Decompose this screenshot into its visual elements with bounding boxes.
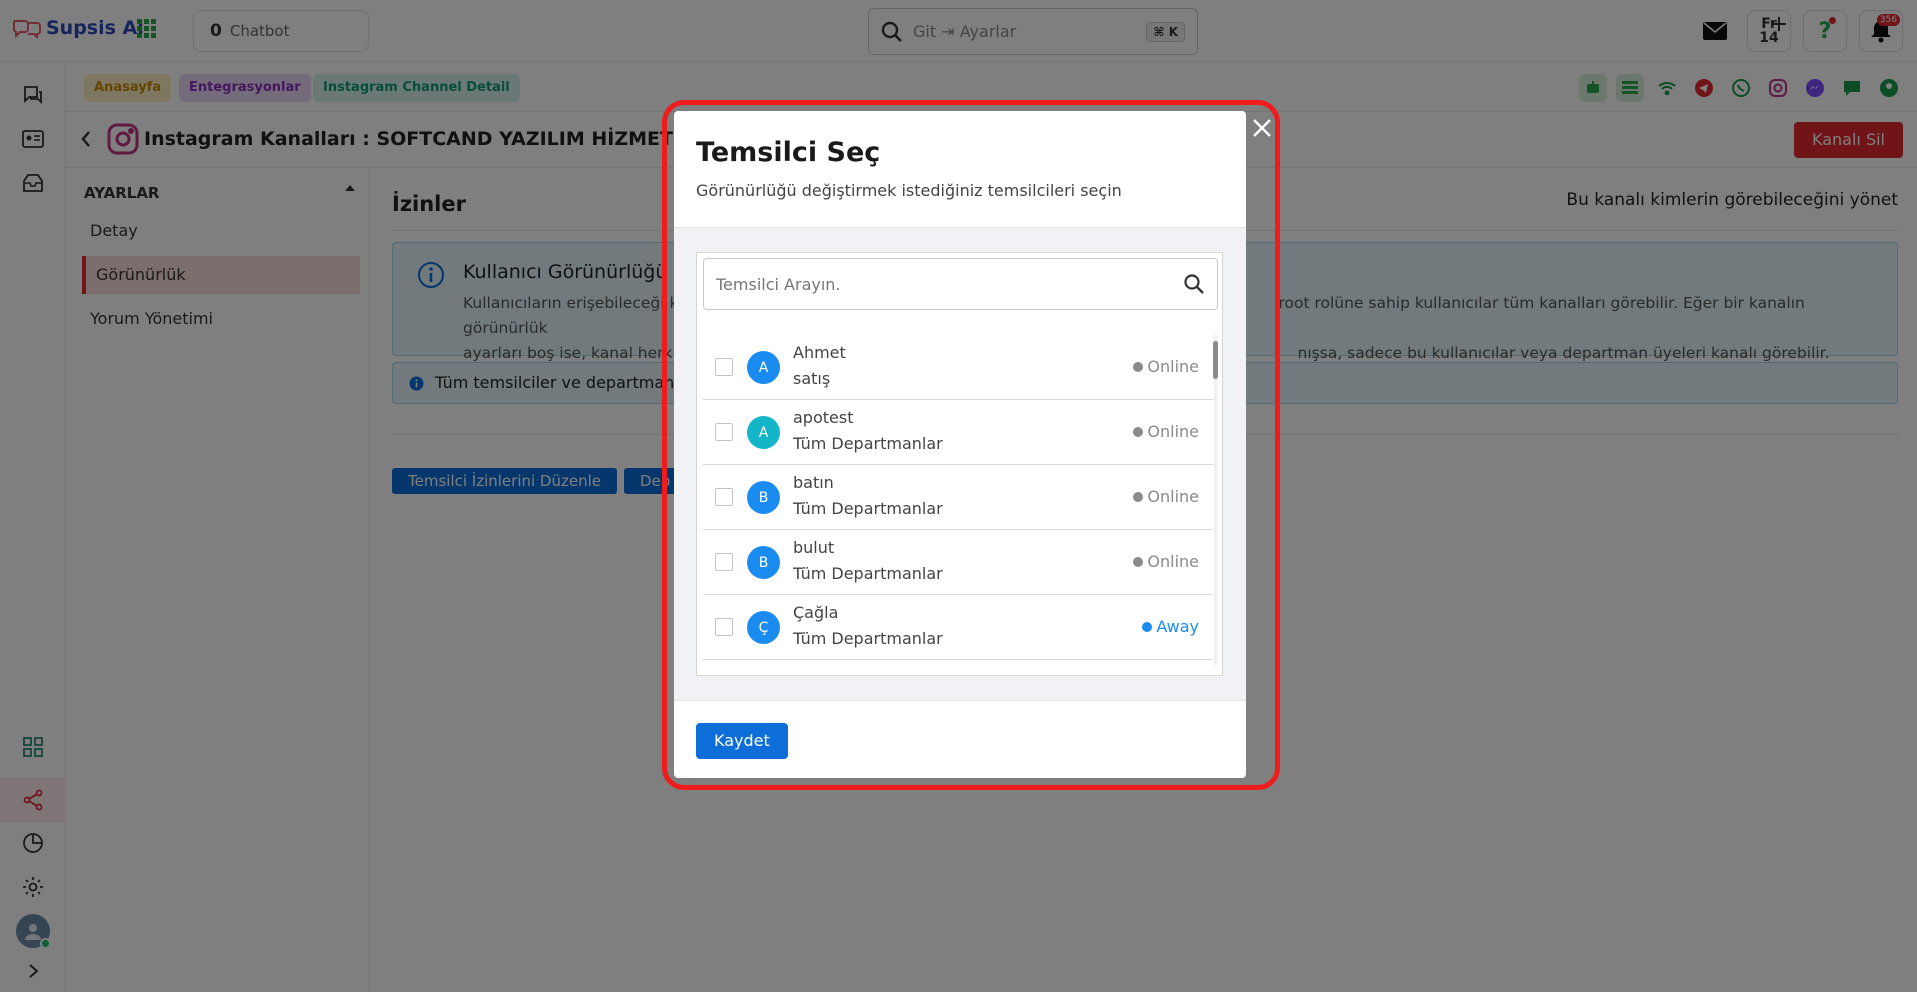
agent-list[interactable]: A Ahmet satış Online Aapotest Tüm Departmanla… <box>703 335 1213 665</box>
modal-subtitle: Görünürlüğü değiştirmek istediğiniz tems… <box>696 181 1122 200</box>
search-icon[interactable] <box>1183 273 1205 295</box>
agent-department: Tüm Departmanlar <box>793 434 943 453</box>
agent-checkbox[interactable] <box>715 423 733 441</box>
agent-checkbox[interactable] <box>715 488 733 506</box>
agent-status-label: Online <box>1147 422 1199 441</box>
agent-department: Tüm Departmanlar <box>793 499 943 518</box>
agent-status-label: Online <box>1147 357 1199 376</box>
agent-name: Çağla <box>793 603 839 622</box>
agent-avatar: Ç <box>747 611 780 644</box>
agent-search <box>703 258 1218 310</box>
agent-status: Online <box>1133 487 1199 506</box>
modal-title: Temsilci Seç <box>696 137 881 168</box>
status-dot-icon <box>1133 491 1144 502</box>
scrollbar-track[interactable] <box>1214 335 1217 665</box>
status-dot-icon <box>1133 556 1144 567</box>
modal-footer: Kaydet <box>674 700 1246 778</box>
agent-name: bulut <box>793 538 835 557</box>
agent-status-label: Away <box>1156 617 1199 636</box>
agent-row[interactable]: Bbatın Tüm Departmanlar Online <box>703 465 1213 530</box>
agent-department: Tüm Departmanlar <box>793 564 943 583</box>
agent-row[interactable]: A Ahmet satış Online <box>703 335 1213 400</box>
agent-status: Away <box>1142 617 1199 636</box>
agent-status-label: Online <box>1147 552 1199 571</box>
agent-checkbox[interactable] <box>715 358 733 376</box>
agent-list-card: A Ahmet satış Online Aapotest Tüm Departmanla… <box>696 252 1223 676</box>
agent-department: satış <box>793 369 831 388</box>
agent-status: Online <box>1133 422 1199 441</box>
agent-name: batın <box>793 473 834 492</box>
close-icon <box>1253 119 1271 137</box>
status-dot-icon <box>1133 361 1144 372</box>
agent-avatar: B <box>747 546 780 579</box>
agent-avatar: A <box>747 416 780 449</box>
agent-status: Online <box>1133 552 1199 571</box>
agent-checkbox[interactable] <box>715 618 733 636</box>
agent-row[interactable]: Ç Çağla Tüm Departmanlar Away <box>703 595 1213 660</box>
save-button[interactable]: Kaydet <box>696 723 788 759</box>
agent-checkbox[interactable] <box>715 553 733 571</box>
agent-row[interactable]: Bbulut Tüm Departmanlar Online <box>703 530 1213 595</box>
agent-row[interactable]: Aapotest Tüm Departmanlar Online <box>703 400 1213 465</box>
modal-body: A Ahmet satış Online Aapotest Tüm Departmanla… <box>674 228 1246 700</box>
agent-search-input[interactable] <box>704 259 1164 309</box>
status-dot-icon <box>1133 426 1144 437</box>
agent-name: apotest <box>793 408 854 427</box>
select-agent-modal: Temsilci Seç Görünürlüğü değiştirmek ist… <box>674 111 1246 778</box>
agent-avatar: B <box>747 481 780 514</box>
agent-status: Online <box>1133 357 1199 376</box>
scrollbar-thumb[interactable] <box>1213 341 1218 379</box>
status-dot-icon <box>1142 621 1153 632</box>
close-modal-button[interactable] <box>1250 116 1274 140</box>
agent-status-label: Online <box>1147 487 1199 506</box>
agent-department: Tüm Departmanlar <box>793 629 943 648</box>
agent-avatar: A <box>747 351 780 384</box>
agent-name: Ahmet <box>793 343 846 362</box>
modal-header: Temsilci Seç Görünürlüğü değiştirmek ist… <box>674 111 1246 228</box>
